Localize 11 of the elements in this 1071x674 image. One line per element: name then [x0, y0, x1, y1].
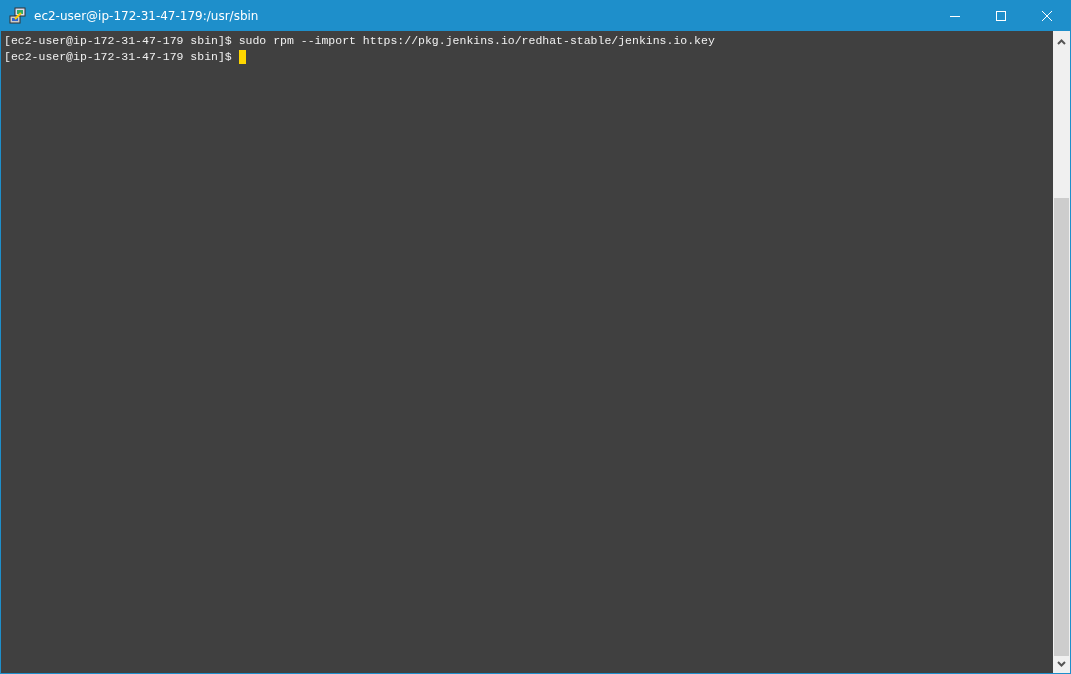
scroll-down-icon[interactable] — [1057, 661, 1066, 667]
window-title: ec2-user@ip-172-31-47-179:/usr/sbin — [34, 9, 259, 23]
close-icon — [1041, 10, 1053, 22]
terminal-line: [ec2-user@ip-172-31-47-179 sbin]$ — [4, 49, 232, 65]
terminal-area[interactable]: [ec2-user@ip-172-31-47-179 sbin]$ sudo rpm --import https://pkg.jenkins.io/redhat-stable/jenkins.io.key [ec2-user@ip-172-31-47-179 sbin]$ — [1, 31, 1053, 673]
scroll-up-icon[interactable] — [1057, 39, 1066, 45]
scrollbar[interactable] — [1053, 31, 1070, 673]
scrollbar-thumb[interactable] — [1054, 198, 1069, 656]
maximize-icon — [995, 10, 1007, 22]
computer-icon — [9, 7, 27, 25]
terminal-line: [ec2-user@ip-172-31-47-179 sbin]$ sudo rpm --import https://pkg.jenkins.io/redhat-stable/jenkins.io.key — [4, 33, 715, 49]
